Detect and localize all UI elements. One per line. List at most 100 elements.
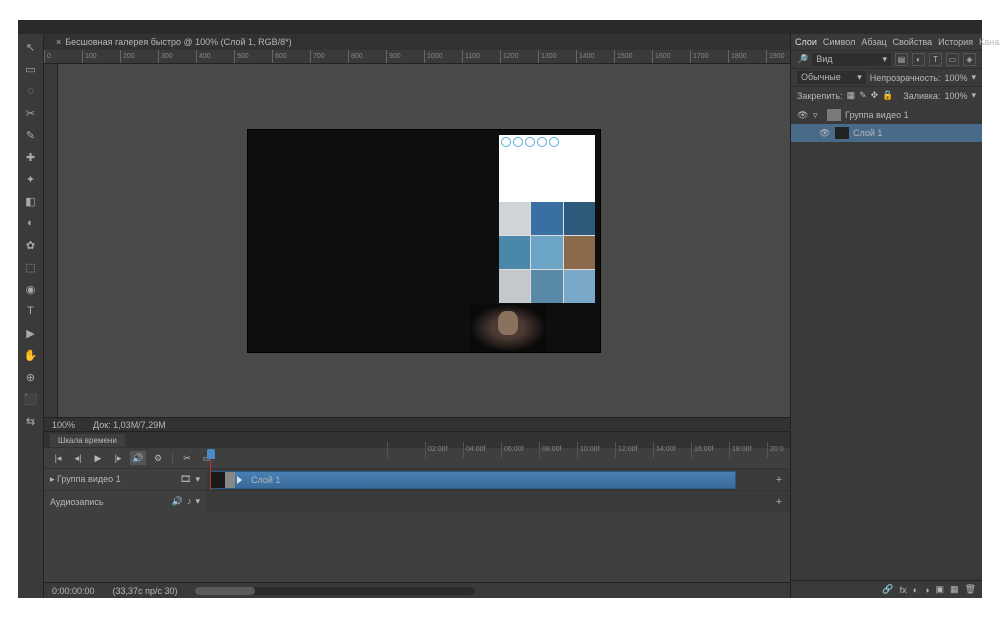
canvas-status: 100% Док: 1,03M/7,29M xyxy=(44,417,790,431)
tool-gradient[interactable]: ◐ xyxy=(22,214,40,232)
tool-palette: ↖ ▭ ◌ ✂ ✎ ✚ ✦ ◧ ◐ ✿ ⬚ ◉ T ▶ ✋ ⊕ ⬛ ⇆ xyxy=(18,34,44,598)
presenter-webcam xyxy=(470,304,546,352)
filter-icon[interactable]: ▤ xyxy=(895,53,908,66)
layers-footer: 🔗 fx ◐ ◑ ▣ ▦ 🗑 xyxy=(791,580,982,598)
link-icon[interactable]: 🔗 xyxy=(882,584,893,595)
panel-tabs: Слои Символ Абзац Свойства История Канал… xyxy=(791,34,982,50)
fill-value[interactable]: 100% xyxy=(944,91,967,101)
timeline-tab[interactable]: Шкала времени xyxy=(50,434,125,447)
tool-hand[interactable]: ✋ xyxy=(22,346,40,364)
filter-icon[interactable]: T xyxy=(929,53,942,66)
chevron-down-icon[interactable]: ▾ xyxy=(195,496,200,507)
lock-brush-icon[interactable]: ✎ xyxy=(859,90,867,101)
tool-type[interactable]: T xyxy=(22,302,40,320)
doc-info: Док: 1,03M/7,29M xyxy=(93,420,166,430)
ruler-vertical xyxy=(44,64,58,417)
add-audio-button[interactable]: + xyxy=(772,495,786,509)
layer-item[interactable]: 👁 Слой 1 xyxy=(791,124,982,142)
prev-frame-button[interactable]: ◂| xyxy=(70,451,86,465)
tool-shape[interactable]: ◉ xyxy=(22,280,40,298)
play-icon xyxy=(237,476,242,484)
lock-all-icon[interactable]: 🔒 xyxy=(882,90,893,101)
tab-paragraph[interactable]: Абзац xyxy=(861,37,886,47)
new-layer-icon[interactable]: ▦ xyxy=(950,584,959,595)
clip-thumbnail xyxy=(211,472,235,488)
timeline-toolbar: |◂ ◂| ▶ |▸ 🔊 ⚙ ✂ ▭ 02:00f04:00f06:00f08:… xyxy=(44,448,790,468)
settings-button[interactable]: ⚙ xyxy=(150,451,166,465)
opacity-value[interactable]: 100% xyxy=(944,73,967,83)
tool-path[interactable]: ▶ xyxy=(22,324,40,342)
timeline-footer: 0:00:00:00 (33,37с пр/с 30) xyxy=(44,582,790,598)
next-frame-button[interactable]: |▸ xyxy=(110,451,126,465)
filter-icon[interactable]: ▭ xyxy=(946,53,959,66)
tool-marquee[interactable]: ▭ xyxy=(22,60,40,78)
tool-pen[interactable]: ⬚ xyxy=(22,258,40,276)
play-button[interactable]: ▶ xyxy=(90,451,106,465)
tab-character[interactable]: Символ xyxy=(823,37,855,47)
tool-move[interactable]: ↖ xyxy=(22,38,40,56)
fx-icon[interactable]: fx xyxy=(900,585,907,595)
tool-swap[interactable]: ⇆ xyxy=(22,412,40,430)
menu-bar[interactable] xyxy=(18,20,982,34)
tab-properties[interactable]: Свойства xyxy=(893,37,933,47)
timeline-zoom-slider[interactable] xyxy=(195,587,475,595)
tool-swatch[interactable]: ⬛ xyxy=(22,390,40,408)
video-track-header[interactable]: ▸ Группа видео 1 🎞▾ xyxy=(44,474,206,485)
layer-filter[interactable]: Вид▾ xyxy=(812,53,891,66)
film-icon[interactable]: 🎞 xyxy=(180,474,191,485)
music-icon[interactable]: ♪ xyxy=(187,496,192,507)
video-preview xyxy=(499,135,595,303)
group-icon[interactable]: ▣ xyxy=(936,584,945,595)
tool-blur[interactable]: ✿ xyxy=(22,236,40,254)
timeline-panel: Шкала времени |◂ ◂| ▶ |▸ 🔊 ⚙ ✂ ▭ 02:00f0… xyxy=(44,431,790,598)
lock-pixels-icon[interactable]: ▦ xyxy=(847,90,856,101)
visibility-icon[interactable]: 👁 xyxy=(819,128,831,139)
tool-zoom[interactable]: ⊕ xyxy=(22,368,40,386)
filter-icon[interactable]: ◐ xyxy=(912,53,925,66)
video-clip[interactable]: Слой 1 xyxy=(210,471,736,489)
tab-history[interactable]: История xyxy=(938,37,973,47)
document-tab[interactable]: × Бесшовная галерея быстро @ 100% (Слой … xyxy=(44,34,790,50)
tool-crop[interactable]: ✂ xyxy=(22,104,40,122)
tab-layers[interactable]: Слои xyxy=(795,37,817,47)
chevron-down-icon[interactable]: ▾ xyxy=(195,474,200,485)
close-icon[interactable]: × xyxy=(56,37,61,47)
audio-track[interactable]: + xyxy=(206,491,790,512)
zoom-level[interactable]: 100% xyxy=(52,420,75,430)
fps-info: (33,37с пр/с 30) xyxy=(113,586,178,596)
layer-group[interactable]: 👁 ▿ Группа видео 1 xyxy=(791,106,982,124)
app-window: ↖ ▭ ◌ ✂ ✎ ✚ ✦ ◧ ◐ ✿ ⬚ ◉ T ▶ ✋ ⊕ ⬛ ⇆ × Бе… xyxy=(18,20,982,598)
ruler-horizontal: 0100200300400500600700800900100011001200… xyxy=(44,50,790,64)
mute-button[interactable]: 🔊 xyxy=(130,451,146,465)
blend-mode[interactable]: Обычные▾ xyxy=(797,71,866,84)
adjust-icon[interactable]: ◑ xyxy=(924,585,929,595)
video-track[interactable]: Слой 1 + xyxy=(206,469,790,490)
tool-eyedropper[interactable]: ✎ xyxy=(22,126,40,144)
canvas-area[interactable] xyxy=(58,64,790,417)
tool-heal[interactable]: ✚ xyxy=(22,148,40,166)
filter-icon[interactable]: ◈ xyxy=(963,53,976,66)
layers-panel: Слои Символ Абзац Свойства История Канал… xyxy=(790,34,982,598)
mask-icon[interactable]: ◐ xyxy=(913,585,918,595)
timeline-tracks: ▸ Группа видео 1 🎞▾ Слой 1 + xyxy=(44,468,790,582)
tab-channels[interactable]: Каналы xyxy=(979,37,1000,47)
tool-lasso[interactable]: ◌ xyxy=(22,82,40,100)
split-button[interactable]: ✂ xyxy=(179,451,195,465)
layer-thumbnail xyxy=(835,127,849,139)
timeline-ruler[interactable]: 02:00f04:00f06:00f08:00f10:00f12:00f14:0… xyxy=(387,442,784,458)
first-frame-button[interactable]: |◂ xyxy=(50,451,66,465)
playhead[interactable] xyxy=(210,453,211,490)
artboard xyxy=(248,130,600,352)
tool-brush[interactable]: ✦ xyxy=(22,170,40,188)
volume-icon[interactable]: 🔊 xyxy=(172,496,183,507)
audio-track-header[interactable]: Аудиозапись 🔊♪▾ xyxy=(44,496,206,507)
lock-pos-icon[interactable]: ✥ xyxy=(871,90,879,101)
add-media-button[interactable]: + xyxy=(772,473,786,487)
chevron-down-icon[interactable]: ▿ xyxy=(813,110,823,121)
tool-stamp[interactable]: ◧ xyxy=(22,192,40,210)
trash-icon[interactable]: 🗑 xyxy=(965,584,976,595)
timecode[interactable]: 0:00:00:00 xyxy=(52,586,95,596)
visibility-icon[interactable]: 👁 xyxy=(797,110,809,121)
document-title: Бесшовная галерея быстро @ 100% (Слой 1,… xyxy=(65,37,291,47)
folder-icon xyxy=(827,109,841,121)
